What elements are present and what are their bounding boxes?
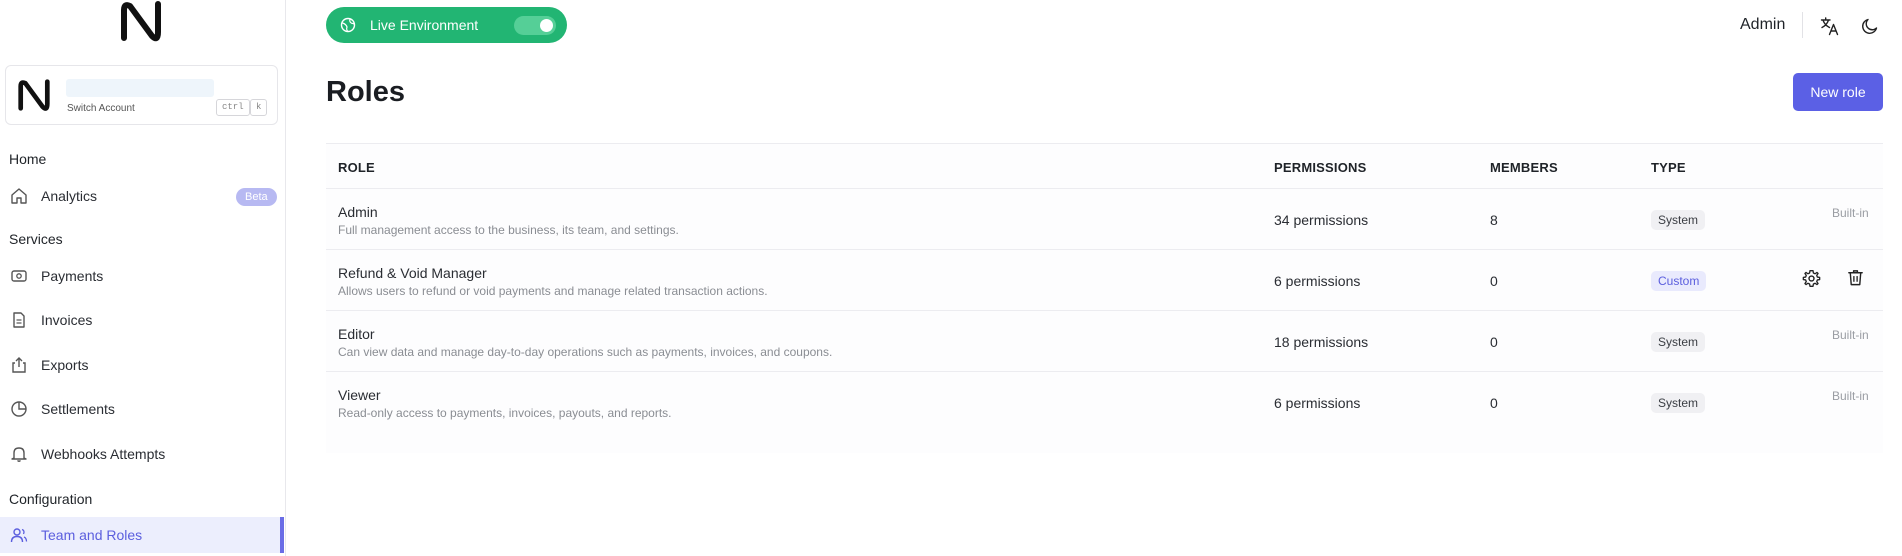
payments-icon xyxy=(11,270,27,282)
table-row[interactable]: Editor Can view data and manage day-to-d… xyxy=(326,311,1883,372)
sidebar-item-label: Invoices xyxy=(41,312,93,328)
role-permissions: 6 permissions xyxy=(1274,273,1361,289)
column-header-members: MEMBERS xyxy=(1490,160,1558,175)
switch-knob xyxy=(540,19,553,32)
role-name: Editor xyxy=(338,326,375,342)
sidebar: Switch Account ctrl k Home Analytics Bet… xyxy=(0,0,286,556)
role-permissions: 18 permissions xyxy=(1274,334,1369,350)
globe-icon xyxy=(340,17,356,33)
built-in-label: Built-in xyxy=(1832,328,1869,342)
sidebar-item-settlements[interactable]: Settlements xyxy=(0,391,284,427)
section-services: Services xyxy=(9,231,63,247)
table-row[interactable]: Viewer Read-only access to payments, inv… xyxy=(326,372,1883,433)
live-environment-label: Live Environment xyxy=(370,17,479,33)
role-type-badge: System xyxy=(1651,332,1706,352)
gear-icon[interactable] xyxy=(1802,269,1821,288)
shortcut-k-key: k xyxy=(250,99,268,116)
role-permissions: 6 permissions xyxy=(1274,395,1361,411)
role-members: 0 xyxy=(1490,334,1498,350)
brand-logo-icon[interactable] xyxy=(118,0,164,42)
table-header: ROLE PERMISSIONS MEMBERS TYPE xyxy=(326,143,1883,189)
sidebar-item-label: Payments xyxy=(41,268,104,284)
beta-badge: Beta xyxy=(236,188,277,206)
column-header-type: TYPE xyxy=(1651,160,1686,175)
pie-chart-icon xyxy=(11,401,27,417)
export-icon xyxy=(12,357,26,373)
role-name: Refund & Void Manager xyxy=(338,265,487,281)
role-name: Viewer xyxy=(338,387,381,403)
sidebar-item-exports[interactable]: Exports xyxy=(0,347,284,383)
sidebar-item-label: Settlements xyxy=(41,401,115,417)
invoice-icon xyxy=(13,312,25,328)
user-name[interactable]: Admin xyxy=(1740,16,1785,34)
translate-icon[interactable] xyxy=(1820,16,1840,36)
role-permissions: 34 permissions xyxy=(1274,212,1369,228)
table-row[interactable]: Admin Full management access to the busi… xyxy=(326,189,1883,250)
sidebar-item-label: Exports xyxy=(41,357,89,373)
role-name: Admin xyxy=(338,204,378,220)
role-type-badge: Custom xyxy=(1651,271,1707,291)
role-members: 0 xyxy=(1490,273,1498,289)
users-icon xyxy=(10,528,28,543)
new-role-button[interactable]: New role xyxy=(1793,73,1883,111)
sidebar-item-team-and-roles[interactable]: Team and Roles xyxy=(0,517,284,553)
column-header-permissions: PERMISSIONS xyxy=(1274,160,1367,175)
role-type-badge: System xyxy=(1651,393,1706,413)
role-description: Full management access to the business, … xyxy=(338,223,679,237)
table-row[interactable]: Refund & Void Manager Allows users to re… xyxy=(326,250,1883,311)
environment-switch[interactable] xyxy=(514,16,556,35)
section-configuration: Configuration xyxy=(9,491,93,507)
bell-icon xyxy=(11,447,27,462)
roles-table: ROLE PERMISSIONS MEMBERS TYPE Admin Full… xyxy=(326,143,1883,453)
role-type-badge: System xyxy=(1651,210,1706,230)
moon-icon[interactable] xyxy=(1861,17,1879,35)
role-members: 0 xyxy=(1490,395,1498,411)
trash-icon[interactable] xyxy=(1846,268,1865,287)
shortcut-ctrl-key: ctrl xyxy=(216,99,250,116)
role-description: Allows users to refund or void payments … xyxy=(338,284,768,298)
switch-account-label: Switch Account xyxy=(67,103,135,114)
role-members: 8 xyxy=(1490,212,1498,228)
sidebar-item-webhooks-attempts[interactable]: Webhooks Attempts xyxy=(0,436,284,472)
sidebar-item-payments[interactable]: Payments xyxy=(0,258,284,294)
section-home[interactable]: Home xyxy=(9,151,46,167)
built-in-label: Built-in xyxy=(1832,389,1869,403)
role-description: Read-only access to payments, invoices, … xyxy=(338,406,672,420)
topbar-divider xyxy=(1802,12,1803,38)
account-switcher[interactable]: Switch Account ctrl k xyxy=(5,65,278,125)
live-environment-toggle[interactable]: Live Environment xyxy=(326,7,567,43)
sidebar-item-label: Webhooks Attempts xyxy=(41,446,166,462)
home-icon xyxy=(11,188,27,204)
account-logo-icon xyxy=(18,79,50,111)
page-title: Roles xyxy=(326,76,405,108)
sidebar-item-label: Analytics xyxy=(41,188,98,204)
sidebar-item-label: Team and Roles xyxy=(41,527,143,543)
account-name-placeholder xyxy=(66,79,214,97)
built-in-label: Built-in xyxy=(1832,206,1869,220)
column-header-role: ROLE xyxy=(338,160,375,175)
role-description: Can view data and manage day-to-day oper… xyxy=(338,345,833,359)
app-root: Switch Account ctrl k Home Analytics Bet… xyxy=(0,0,1902,556)
sidebar-item-invoices[interactable]: Invoices xyxy=(0,302,284,338)
sidebar-item-analytics[interactable]: Analytics Beta xyxy=(0,178,284,214)
